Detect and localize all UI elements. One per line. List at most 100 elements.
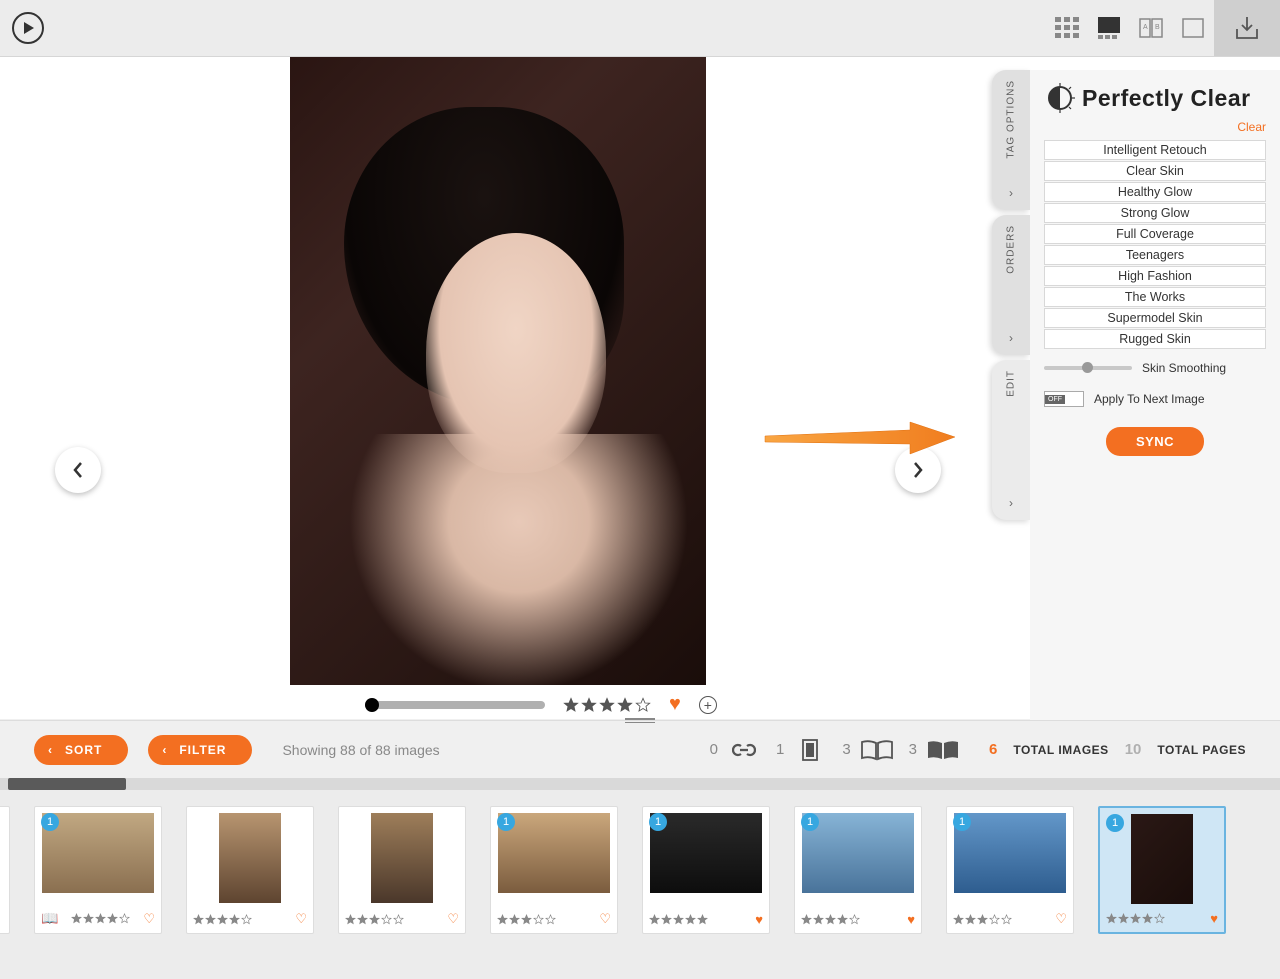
preset-item[interactable]: High Fashion bbox=[1044, 266, 1266, 286]
star-icon bbox=[649, 914, 660, 925]
rating-stars[interactable] bbox=[1106, 913, 1165, 924]
heart-icon[interactable]: ♡ bbox=[599, 911, 611, 927]
rating-stars[interactable] bbox=[649, 914, 708, 925]
page-counts: 0 1 3 3 6 TOTAL IMAGES 10 TOTAL PAGES bbox=[710, 736, 1246, 764]
star-icon bbox=[685, 914, 696, 925]
star-icon bbox=[241, 914, 252, 925]
filmstrip-scrollbar[interactable] bbox=[0, 778, 1280, 790]
thumb-image bbox=[1131, 814, 1193, 904]
thumb-card[interactable]: 1 📖 ♡ bbox=[34, 806, 162, 934]
tab-edit[interactable]: EDIT › bbox=[992, 360, 1030, 520]
clear-link[interactable]: Clear bbox=[1044, 120, 1266, 134]
preset-item[interactable]: Healthy Glow bbox=[1044, 182, 1266, 202]
preset-item[interactable]: Supermodel Skin bbox=[1044, 308, 1266, 328]
thumb-card[interactable]: 1 ♥ bbox=[642, 806, 770, 934]
star-icon bbox=[119, 913, 130, 924]
usage-badge: 1 bbox=[953, 813, 971, 831]
sort-button[interactable]: ‹SORT bbox=[34, 735, 128, 765]
brand-header: Perfectly Clear bbox=[1044, 82, 1266, 114]
star-icon bbox=[1106, 913, 1117, 924]
tab-tag-options[interactable]: TAG OPTIONS › bbox=[992, 70, 1030, 210]
apply-to-next-toggle[interactable]: OFF bbox=[1044, 391, 1084, 407]
thumb-card[interactable]: 1 ♡ bbox=[490, 806, 618, 934]
thumb-image bbox=[802, 813, 914, 893]
add-tag-button[interactable]: + bbox=[699, 696, 717, 714]
thumb-card[interactable]: ♡ bbox=[338, 806, 466, 934]
preset-item[interactable]: Strong Glow bbox=[1044, 203, 1266, 223]
link-icon bbox=[726, 736, 762, 764]
rating-stars-main[interactable] bbox=[563, 697, 651, 713]
heart-icon[interactable]: ♥ bbox=[1210, 911, 1218, 926]
chevron-left-icon: ‹ bbox=[162, 743, 167, 757]
star-icon bbox=[563, 697, 579, 713]
preset-item[interactable]: Full Coverage bbox=[1044, 224, 1266, 244]
preset-item[interactable]: Rugged Skin bbox=[1044, 329, 1266, 349]
heart-icon[interactable]: ♡ bbox=[143, 911, 155, 927]
svg-text:B: B bbox=[1155, 24, 1160, 31]
main-image[interactable] bbox=[290, 57, 706, 685]
skin-smoothing-slider[interactable] bbox=[1044, 366, 1132, 370]
grid-view-button[interactable] bbox=[1046, 0, 1088, 57]
preset-list: Intelligent RetouchClear SkinHealthy Glo… bbox=[1044, 140, 1266, 349]
export-button[interactable] bbox=[1214, 0, 1280, 56]
star-icon bbox=[193, 914, 204, 925]
thumb-card[interactable]: ♥ bbox=[0, 806, 10, 934]
rating-stars[interactable] bbox=[345, 914, 404, 925]
sync-button[interactable]: SYNC bbox=[1106, 427, 1204, 456]
star-icon bbox=[635, 697, 651, 713]
rating-stars[interactable] bbox=[497, 914, 556, 925]
compare-view-button[interactable]: AB bbox=[1130, 0, 1172, 57]
thumb-image bbox=[219, 813, 281, 903]
preset-item[interactable]: The Works bbox=[1044, 287, 1266, 307]
zoom-slider[interactable] bbox=[365, 701, 545, 709]
chevron-right-icon: › bbox=[1009, 331, 1013, 345]
drag-handle[interactable] bbox=[625, 718, 655, 723]
rating-stars[interactable] bbox=[953, 914, 1012, 925]
rating-stars[interactable] bbox=[801, 914, 860, 925]
preset-item[interactable]: Intelligent Retouch bbox=[1044, 140, 1266, 160]
star-icon bbox=[381, 914, 392, 925]
single-page-icon bbox=[792, 736, 828, 764]
single-page-count: 1 bbox=[776, 736, 828, 764]
compare-icon: AB bbox=[1138, 15, 1164, 41]
grid-icon bbox=[1054, 15, 1080, 41]
usage-badge: 1 bbox=[801, 813, 819, 831]
blank-view-button[interactable] bbox=[1172, 0, 1214, 57]
thumb-image bbox=[954, 813, 1066, 893]
skin-smoothing-row: Skin Smoothing bbox=[1044, 361, 1266, 375]
thumb-card[interactable]: 1 ♥ bbox=[1098, 806, 1226, 934]
rating-stars[interactable] bbox=[71, 913, 130, 924]
heart-icon[interactable]: ♥ bbox=[755, 912, 763, 927]
star-icon bbox=[697, 914, 708, 925]
thumb-card[interactable]: ♡ bbox=[186, 806, 314, 934]
heart-icon[interactable]: ♡ bbox=[295, 911, 307, 927]
favorite-heart-main[interactable]: ♥ bbox=[669, 693, 681, 716]
thumb-card[interactable]: 1 ♥ bbox=[794, 806, 922, 934]
star-icon bbox=[1154, 913, 1165, 924]
heart-icon[interactable]: ♡ bbox=[447, 911, 459, 927]
view-mode-buttons: AB bbox=[1046, 0, 1280, 56]
download-icon bbox=[1233, 14, 1261, 42]
single-view-button[interactable] bbox=[1088, 0, 1130, 57]
preset-item[interactable]: Teenagers bbox=[1044, 245, 1266, 265]
chevron-right-icon: › bbox=[1009, 496, 1013, 510]
star-icon bbox=[205, 914, 216, 925]
rating-stars[interactable] bbox=[193, 914, 252, 925]
play-button[interactable] bbox=[12, 12, 44, 44]
usage-badge: 1 bbox=[649, 813, 667, 831]
filter-button[interactable]: ‹FILTER bbox=[148, 735, 252, 765]
star-icon bbox=[521, 914, 532, 925]
star-icon bbox=[617, 697, 633, 713]
star-icon bbox=[953, 914, 964, 925]
heart-icon[interactable]: ♡ bbox=[1055, 911, 1067, 927]
star-icon bbox=[1130, 913, 1141, 924]
star-icon bbox=[497, 914, 508, 925]
star-icon bbox=[509, 914, 520, 925]
chevron-right-icon bbox=[911, 461, 925, 479]
tab-orders[interactable]: ORDERS › bbox=[992, 215, 1030, 355]
star-icon bbox=[1142, 913, 1153, 924]
heart-icon[interactable]: ♥ bbox=[907, 912, 915, 927]
prev-image-button[interactable] bbox=[55, 447, 101, 493]
thumb-card[interactable]: 1 ♡ bbox=[946, 806, 1074, 934]
preset-item[interactable]: Clear Skin bbox=[1044, 161, 1266, 181]
